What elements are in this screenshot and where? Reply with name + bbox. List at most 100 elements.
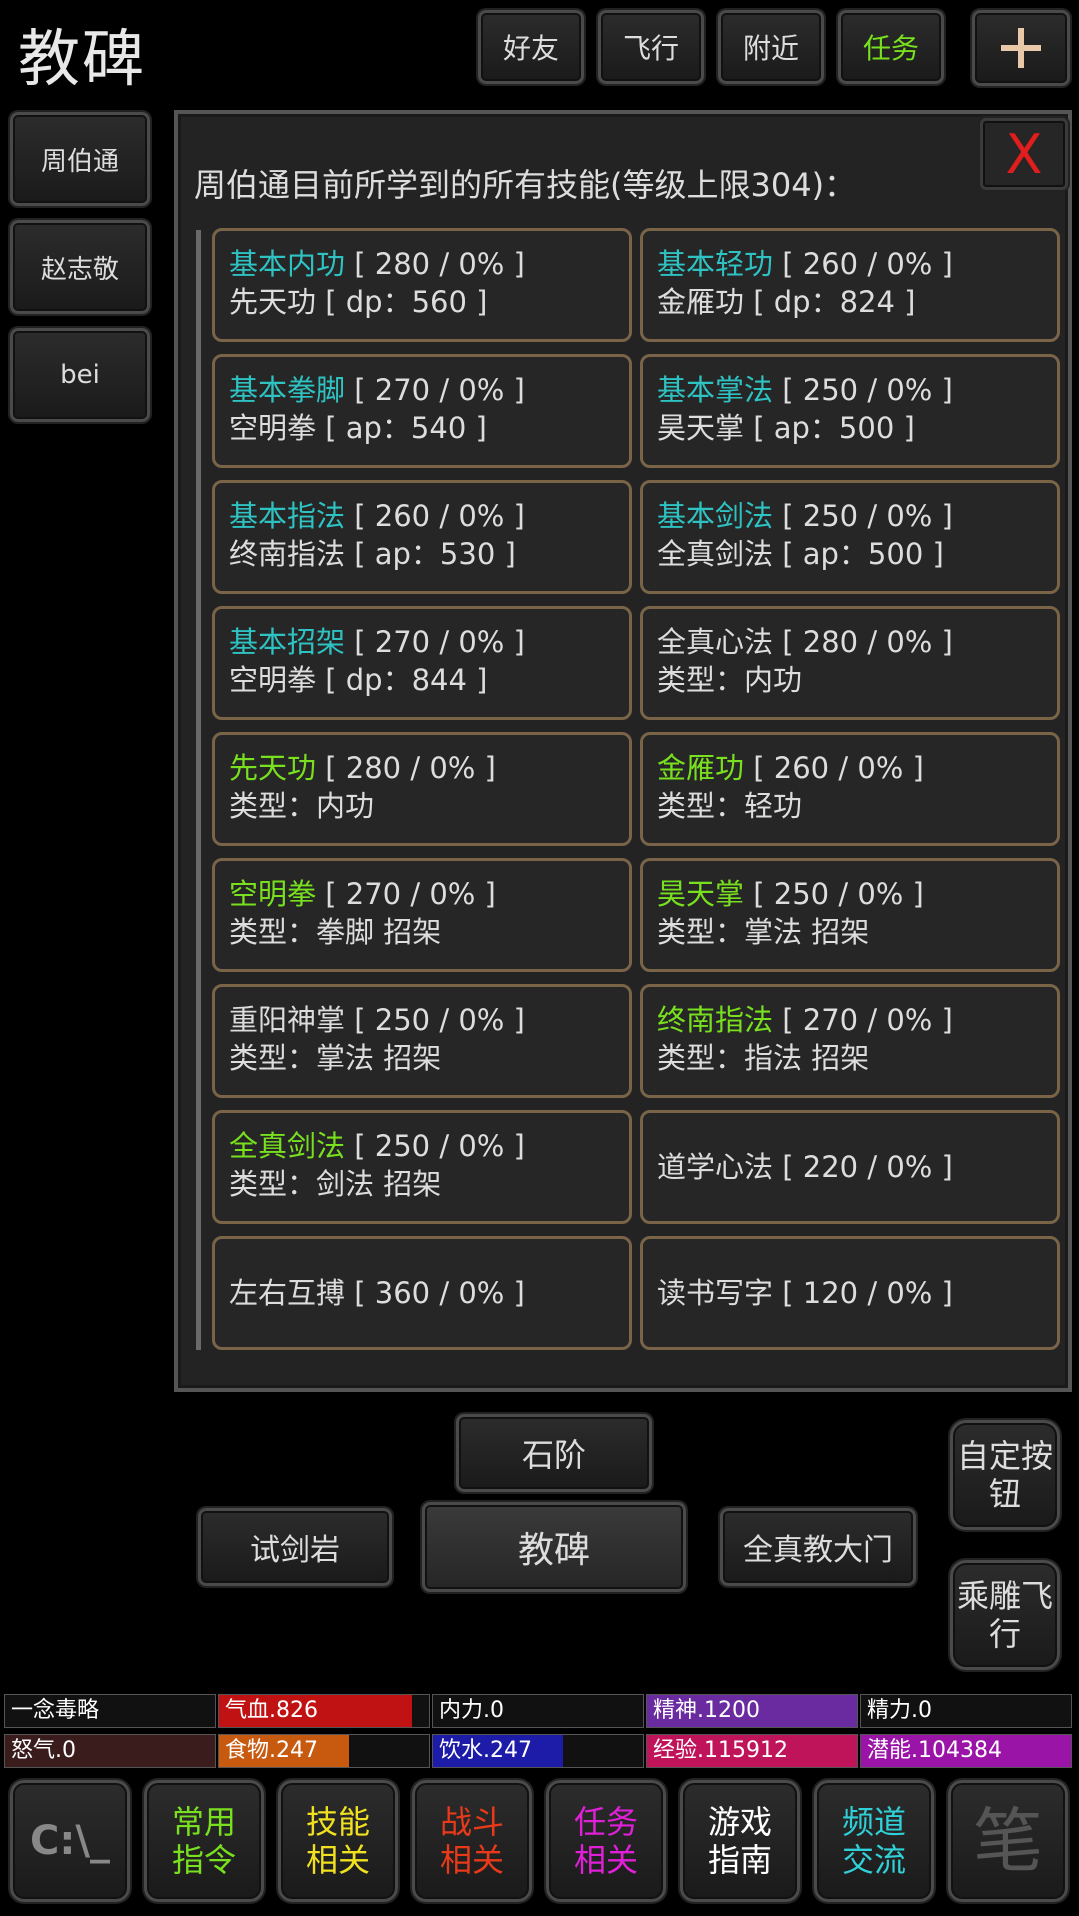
custom-button[interactable]: 自定按钮 — [950, 1420, 1060, 1530]
skill-level: [ 250 / 0% ] — [744, 877, 924, 911]
skill-card[interactable]: 基本招架 [ 270 / 0% ] 空明拳 [ dp：844 ] — [212, 606, 632, 720]
friends-button[interactable]: 好友 — [478, 10, 584, 84]
skill-detail: 类型：掌法 招架 — [657, 915, 870, 949]
skill-card[interactable]: 先天功 [ 280 / 0% ] 类型：内功 — [212, 732, 632, 846]
console-button[interactable]: C:\_ — [10, 1780, 130, 1902]
toolbar-label: 常用指令 — [171, 1803, 236, 1879]
exit-east-button[interactable]: 全真教大门 — [720, 1508, 916, 1586]
skill-name: 先天功 — [229, 751, 317, 785]
toolbar-label: 战斗相关 — [439, 1803, 504, 1879]
skill-level: [ 260 / 0% ] — [744, 751, 924, 785]
skill-name: 左右互搏 — [229, 1276, 346, 1310]
brush-button[interactable]: 笔 — [948, 1780, 1068, 1902]
skill-card[interactable]: 基本拳脚 [ 270 / 0% ] 空明拳 [ ap：540 ] — [212, 354, 632, 468]
skill-line: 基本掌法 [ 250 / 0% ] — [657, 371, 1043, 409]
skill-level: [ 250 / 0% ] — [345, 1129, 525, 1163]
skill-line: 重阳神掌 [ 250 / 0% ] — [229, 1001, 615, 1039]
combat-button[interactable]: 战斗相关 — [412, 1780, 532, 1902]
skill-detail: 终南指法 [ ap：530 ] — [229, 537, 516, 571]
skill-detail: 类型：指法 招架 — [657, 1041, 870, 1075]
exit-west-button[interactable]: 试剑岩 — [198, 1508, 392, 1586]
page-title: 教碑 — [18, 22, 147, 95]
skill-card[interactable]: 基本轻功 [ 260 / 0% ] 金雁功 [ dp：824 ] — [640, 228, 1060, 342]
panel-title: 周伯通目前所学到的所有技能(等级上限304)： — [194, 166, 857, 204]
skill-line: 先天功 [ 280 / 0% ] — [229, 749, 615, 787]
stat-bar: 经验.115912 — [646, 1734, 858, 1768]
skill-name: 基本指法 — [229, 499, 346, 533]
sidebar-item-player[interactable]: bei — [10, 328, 150, 422]
skill-name: 重阳神掌 — [229, 1003, 346, 1037]
skill-line: 基本拳脚 [ 270 / 0% ] — [229, 371, 615, 409]
skill-card[interactable]: 左右互搏 [ 360 / 0% ] — [212, 1236, 632, 1350]
skill-line: 终南指法 [ 270 / 0% ] — [657, 1001, 1043, 1039]
skill-name: 基本剑法 — [657, 499, 774, 533]
skill-level: [ 280 / 0% ] — [773, 625, 953, 659]
channel-chat-button[interactable]: 频道交流 — [814, 1780, 934, 1902]
skill-name: 基本轻功 — [657, 247, 774, 281]
skill-detail: 类型：内功 — [229, 789, 375, 823]
skill-name: 昊天掌 — [657, 877, 745, 911]
skill-line: 基本内功 [ 280 / 0% ] — [229, 245, 615, 283]
skill-name: 全真心法 — [657, 625, 774, 659]
skills-button[interactable]: 技能相关 — [278, 1780, 398, 1902]
exit-north-button[interactable]: 石阶 — [456, 1414, 652, 1492]
scrollbar[interactable] — [196, 230, 201, 1350]
stat-bar: 饮水.247 — [432, 1734, 644, 1768]
skill-level: [ 220 / 0% ] — [773, 1150, 953, 1184]
skill-detail: 先天功 [ dp：560 ] — [229, 285, 488, 319]
skill-card[interactable]: 道学心法 [ 220 / 0% ] — [640, 1110, 1060, 1224]
skill-level: [ 250 / 0% ] — [773, 499, 953, 533]
skill-level: [ 270 / 0% ] — [345, 373, 525, 407]
skill-name: 终南指法 — [657, 1003, 774, 1037]
skill-card[interactable]: 重阳神掌 [ 250 / 0% ] 类型：掌法 招架 — [212, 984, 632, 1098]
skill-name: 道学心法 — [657, 1150, 774, 1184]
stat-bar: 精神.1200 — [646, 1694, 858, 1728]
toolbar-label: 技能相关 — [305, 1803, 370, 1879]
stat-label: 精力.0 — [867, 1698, 932, 1723]
skill-card[interactable]: 金雁功 [ 260 / 0% ] 类型：轻功 — [640, 732, 1060, 846]
skill-line: 基本轻功 [ 260 / 0% ] — [657, 245, 1043, 283]
game-guide-button[interactable]: 游戏指南 — [680, 1780, 800, 1902]
skill-card[interactable]: 基本掌法 [ 250 / 0% ] 昊天掌 [ ap：500 ] — [640, 354, 1060, 468]
skill-card[interactable]: 基本指法 [ 260 / 0% ] 终南指法 [ ap：530 ] — [212, 480, 632, 594]
skill-line: 基本指法 [ 260 / 0% ] — [229, 497, 615, 535]
toolbar-label: C:\_ — [30, 1818, 110, 1864]
fly-button[interactable]: 飞行 — [598, 10, 704, 84]
skill-card[interactable]: 基本剑法 [ 250 / 0% ] 全真剑法 [ ap：500 ] — [640, 480, 1060, 594]
toolbar-label: 任务相关 — [573, 1803, 638, 1879]
skill-detail: 类型：轻功 — [657, 789, 803, 823]
sidebar-item-npc[interactable]: 赵志敬 — [10, 220, 150, 314]
skill-detail: 类型：剑法 招架 — [229, 1167, 442, 1201]
skill-card[interactable]: 昊天掌 [ 250 / 0% ] 类型：掌法 招架 — [640, 858, 1060, 972]
sidebar-item-npc[interactable]: 周伯通 — [10, 112, 150, 206]
skill-card[interactable]: 全真剑法 [ 250 / 0% ] 类型：剑法 招架 — [212, 1110, 632, 1224]
skill-level: [ 120 / 0% ] — [773, 1276, 953, 1310]
add-button[interactable] — [972, 10, 1070, 86]
skill-level: [ 260 / 0% ] — [773, 247, 953, 281]
nearby-button[interactable]: 附近 — [718, 10, 824, 84]
skill-name: 全真剑法 — [229, 1129, 346, 1163]
stat-label: 食物.247 — [225, 1738, 318, 1763]
skill-line: 道学心法 [ 220 / 0% ] — [657, 1148, 953, 1186]
skill-line: 昊天掌 [ 250 / 0% ] — [657, 875, 1043, 913]
skill-level: [ 270 / 0% ] — [316, 877, 496, 911]
skill-level: [ 250 / 0% ] — [773, 373, 953, 407]
stat-bar: 潜能.104384 — [860, 1734, 1072, 1768]
common-commands-button[interactable]: 常用指令 — [144, 1780, 264, 1902]
stat-label: 一念毒略 — [11, 1698, 100, 1723]
task-button[interactable]: 任务 — [838, 10, 944, 84]
skill-card[interactable]: 终南指法 [ 270 / 0% ] 类型：指法 招架 — [640, 984, 1060, 1098]
skill-name: 金雁功 — [657, 751, 745, 785]
skill-card[interactable]: 全真心法 [ 280 / 0% ] 类型：内功 — [640, 606, 1060, 720]
toolbar-label: 频道交流 — [841, 1803, 906, 1879]
skill-card[interactable]: 空明拳 [ 270 / 0% ] 类型：拳脚 招架 — [212, 858, 632, 972]
skill-card[interactable]: 读书写字 [ 120 / 0% ] — [640, 1236, 1060, 1350]
quests-button[interactable]: 任务相关 — [546, 1780, 666, 1902]
skill-card[interactable]: 基本内功 [ 280 / 0% ] 先天功 [ dp：560 ] — [212, 228, 632, 342]
ride-eagle-button[interactable]: 乘雕飞行 — [950, 1560, 1060, 1670]
skill-level: [ 260 / 0% ] — [345, 499, 525, 533]
close-button[interactable]: X — [980, 118, 1068, 190]
skill-line: 全真心法 [ 280 / 0% ] — [657, 623, 1043, 661]
current-room: 教碑 — [422, 1502, 686, 1592]
skill-level: [ 280 / 0% ] — [345, 247, 525, 281]
